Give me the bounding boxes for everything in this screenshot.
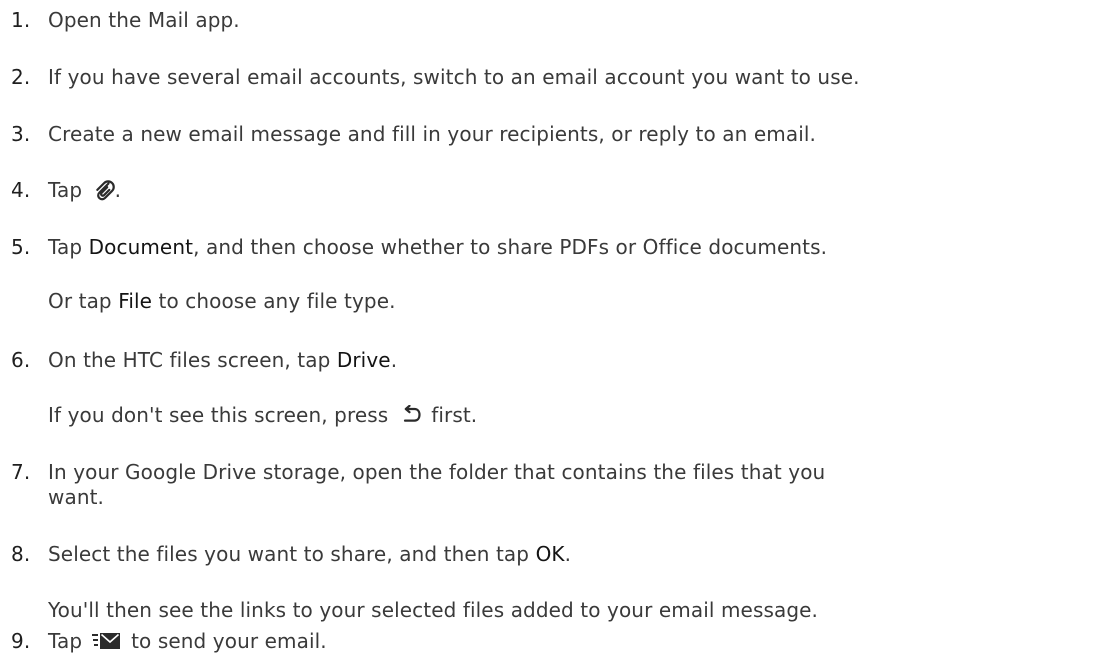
step-text-after: . (564, 542, 572, 566)
step-text: If you have several email accounts, swit… (48, 65, 860, 89)
ui-term-drive: Drive (336, 348, 391, 372)
step-number: 7. (11, 460, 31, 484)
step-text-before: Tap (48, 178, 83, 202)
step-text-line-1: In your Google Drive storage, open the f… (48, 460, 826, 484)
step-text-after: . (114, 178, 122, 202)
step-text-after: , and then choose whether to share PDFs … (193, 235, 828, 259)
step-5-note: Or tap File to choose any file type. (48, 286, 396, 317)
step-text-before: On the HTC files screen, tap (48, 348, 331, 372)
note-text: You'll then see the links to your select… (48, 598, 819, 622)
ui-term-file: File (118, 289, 153, 313)
instruction-document: 1. Open the Mail app. 2. If you have sev… (0, 0, 1106, 655)
ui-term-document: Document (88, 235, 194, 259)
step-text-before: Tap (48, 235, 83, 259)
step-number: 8. (11, 542, 31, 566)
back-arrow-icon (400, 404, 422, 425)
step-number: 5. (11, 235, 31, 259)
step-number: 3. (11, 122, 31, 146)
step-number: 1. (11, 8, 31, 32)
note-text-after: to choose any file type. (158, 289, 396, 313)
paperclip-icon (93, 178, 115, 202)
step-text: Tap . (48, 175, 121, 206)
step-text: Tap Document, and then choose whether to… (48, 232, 827, 263)
step-number: 4. (11, 178, 31, 202)
ui-term-ok: OK (535, 542, 565, 566)
step-text-before: Select the files you want to share, and … (48, 542, 530, 566)
step-text-line-2: want. (48, 485, 104, 509)
step-text-after: . (390, 348, 398, 372)
step-text: Select the files you want to share, and … (48, 539, 571, 570)
send-mail-icon (91, 632, 121, 650)
step-text-before: Tap (48, 629, 83, 653)
note-text-after: first. (431, 403, 478, 427)
step-text: Open the Mail app. (48, 8, 240, 32)
step-text: Create a new email message and fill in y… (48, 122, 816, 146)
step-6-note: If you don't see this screen, press firs… (48, 400, 477, 431)
step-text-after: to send your email. (131, 629, 327, 653)
note-text-before: Or tap (48, 289, 112, 313)
step-number: 6. (11, 348, 31, 372)
step-8-note: You'll then see the links to your select… (48, 595, 818, 626)
step-text: On the HTC files screen, tap Drive. (48, 345, 397, 376)
step-number: 2. (11, 65, 31, 89)
note-text-before: If you don't see this screen, press (48, 403, 389, 427)
step-text: Tap to send your email. (48, 626, 327, 657)
step-number: 9. (11, 629, 31, 653)
